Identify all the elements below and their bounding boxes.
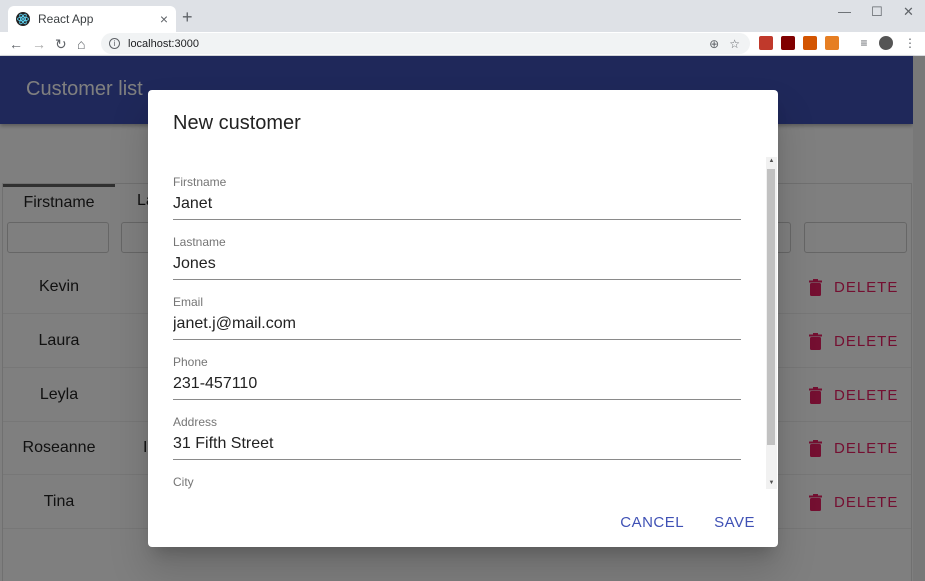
firstname-label: Firstname — [173, 175, 227, 189]
forward-arrow-icon[interactable]: → — [32, 34, 46, 54]
tab-title: React App — [38, 12, 94, 26]
phone-label: Phone — [173, 355, 208, 369]
cancel-button[interactable]: CANCEL — [612, 508, 692, 537]
home-icon[interactable]: ⌂ — [77, 34, 85, 54]
back-arrow-icon[interactable]: ← — [9, 34, 23, 54]
ublock-extension-icon[interactable] — [781, 36, 795, 50]
minimize-icon[interactable]: — — [838, 4, 851, 19]
lastname-field: Lastname — [173, 217, 741, 280]
address-input[interactable] — [173, 432, 741, 456]
close-window-icon[interactable]: ✕ — [903, 4, 914, 20]
react-logo-icon — [16, 12, 30, 26]
reload-icon[interactable]: ↻ — [55, 34, 67, 54]
lastname-input[interactable] — [173, 252, 741, 276]
save-button[interactable]: SAVE — [706, 508, 763, 537]
new-tab-button[interactable]: + — [182, 7, 193, 27]
playlist-icon[interactable]: ≡ — [857, 36, 871, 50]
bookmark-star-icon[interactable]: ☆ — [729, 37, 740, 51]
new-customer-dialog: New customer Firstname Lastname Email Ph… — [148, 90, 778, 547]
dialog-title: New customer — [173, 112, 301, 134]
info-icon[interactable]: i — [109, 38, 120, 49]
phone-field: Phone — [173, 337, 741, 400]
pdf-extension-icon[interactable] — [759, 36, 773, 50]
zoom-icon[interactable]: ⊕ — [709, 37, 719, 51]
email-input[interactable] — [173, 312, 741, 336]
scroll-up-icon[interactable]: ▲ — [767, 158, 776, 164]
scrollbar-thumb[interactable] — [767, 169, 775, 445]
scroll-down-icon[interactable]: ▼ — [767, 480, 776, 486]
email-label: Email — [173, 295, 204, 309]
city-label: City — [173, 475, 194, 489]
menu-kebab-icon[interactable]: ⋮ — [903, 36, 917, 50]
firstname-field: Firstname — [173, 157, 741, 220]
email-field: Email — [173, 277, 741, 340]
lastname-label: Lastname — [173, 235, 226, 249]
browser-toolbar: ← → ↻ ⌂ i localhost:3000 ⊕ ☆ ≡ ⋮ — [0, 32, 925, 56]
maximize-icon[interactable]: ☐ — [871, 4, 883, 20]
extension-icon[interactable] — [803, 36, 817, 50]
firstname-input[interactable] — [173, 192, 741, 216]
dialog-content: Firstname Lastname Email Phone Address C… — [148, 157, 778, 489]
address-field: Address — [173, 397, 741, 460]
browser-tab[interactable]: React App × — [8, 6, 176, 32]
megaphone-extension-icon[interactable] — [825, 36, 839, 50]
phone-input[interactable] — [173, 372, 741, 396]
city-field: City — [173, 457, 741, 489]
browser-tabstrip: React App × + — ☐ ✕ — [0, 0, 925, 32]
profile-avatar-icon[interactable] — [879, 36, 893, 50]
tab-close-icon[interactable]: × — [160, 11, 168, 27]
address-bar[interactable]: i localhost:3000 ⊕ ☆ — [101, 33, 750, 54]
dialog-scrollbar[interactable]: ▲ ▼ — [766, 157, 777, 489]
address-label: Address — [173, 415, 218, 429]
dialog-actions: CANCEL SAVE — [612, 504, 778, 540]
url-text[interactable]: localhost:3000 — [128, 38, 709, 50]
